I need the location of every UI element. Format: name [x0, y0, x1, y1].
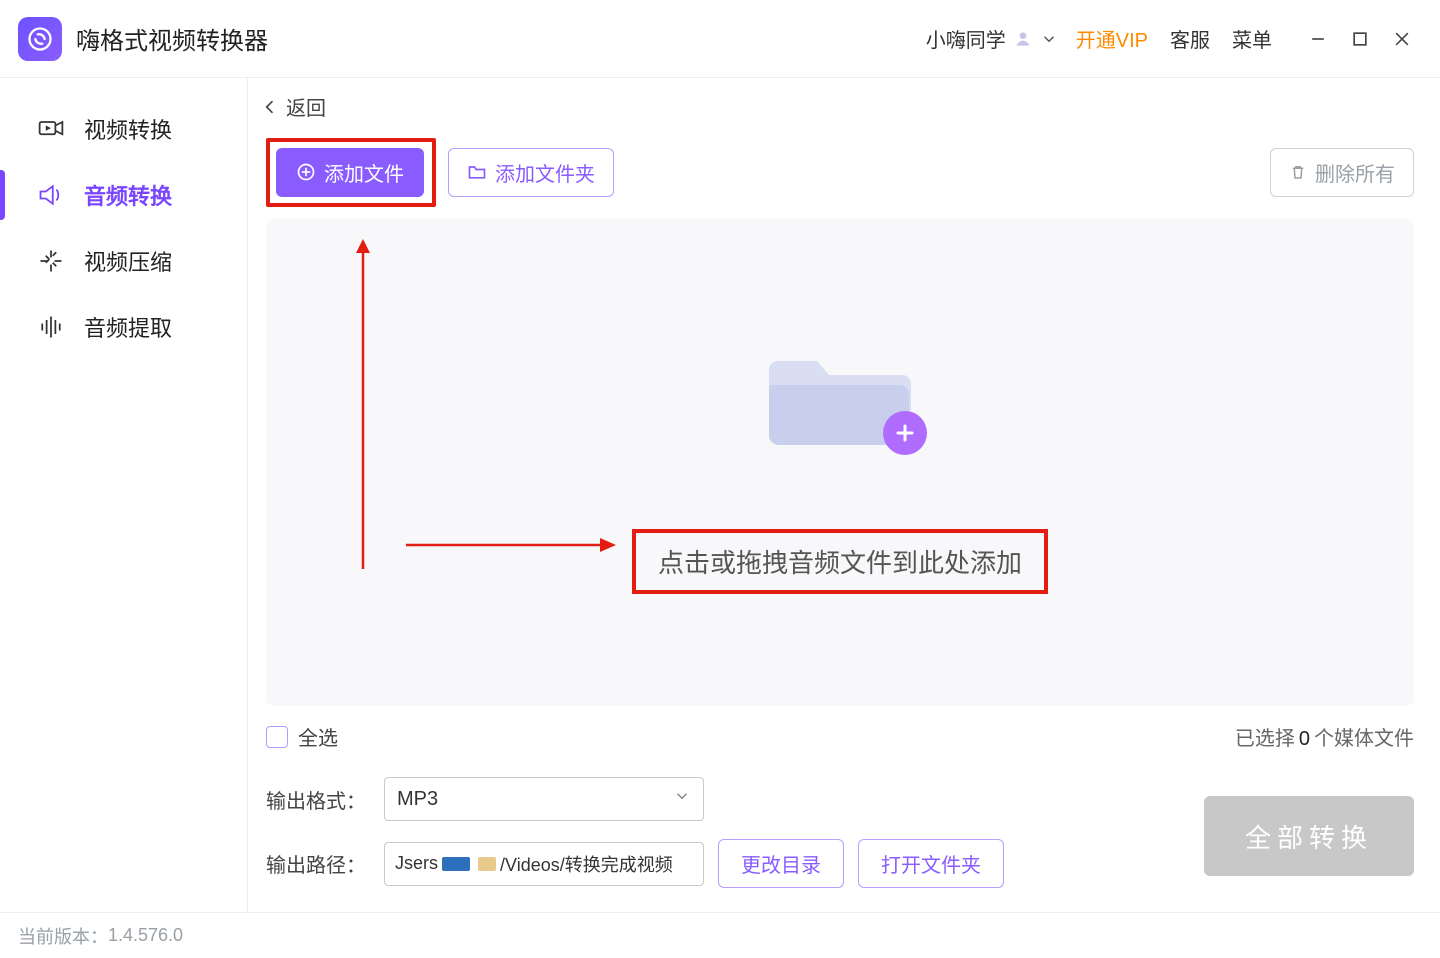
redacted-segment-icon	[478, 857, 496, 871]
add-file-label: 添加文件	[324, 158, 404, 187]
output-format-label: 输出格式：	[266, 785, 366, 814]
selected-count-label: 已选择0个媒体文件	[1235, 722, 1414, 751]
sidebar-item-video-convert[interactable]: 视频转换	[0, 96, 247, 162]
open-folder-button[interactable]: 打开文件夹	[858, 839, 1004, 888]
trash-icon	[1289, 163, 1307, 181]
support-link[interactable]: 客服	[1170, 24, 1210, 53]
back-button[interactable]: 返回	[260, 92, 326, 121]
folder-icon	[467, 162, 487, 182]
annotation-arrow-up-icon	[348, 239, 378, 579]
sidebar-item-label: 视频压缩	[84, 245, 172, 277]
output-path-field[interactable]: Jsers /Videos/转换完成视频	[384, 842, 704, 886]
sidebar-item-label: 视频转换	[84, 113, 172, 145]
toolbar: 添加文件 添加文件夹 删除所有	[248, 132, 1440, 219]
user-menu[interactable]: 小嗨同学	[926, 24, 1034, 53]
convert-all-button[interactable]: 全部转换	[1204, 796, 1414, 876]
close-icon	[1392, 29, 1412, 49]
clear-all-button[interactable]: 删除所有	[1270, 148, 1414, 197]
add-file-button[interactable]: 添加文件	[276, 148, 424, 197]
sidebar-item-label: 音频转换	[84, 179, 172, 211]
video-convert-icon	[36, 114, 66, 144]
username-label: 小嗨同学	[926, 24, 1006, 53]
add-folder-button[interactable]: 添加文件夹	[448, 148, 614, 197]
titlebar: 嗨格式视频转换器 小嗨同学 开通VIP 客服 菜单	[0, 0, 1440, 78]
annotation-highlight-add-file: 添加文件	[266, 138, 436, 207]
drop-hint-label: 点击或拖拽音频文件到此处添加	[658, 543, 1022, 580]
back-label: 返回	[286, 92, 326, 121]
dropzone[interactable]: 点击或拖拽音频文件到此处添加	[266, 219, 1414, 707]
chevron-down-icon	[673, 787, 691, 811]
select-all-label: 全选	[298, 722, 338, 751]
app-logo-icon	[26, 25, 54, 53]
audio-convert-icon	[36, 180, 66, 210]
window-minimize-button[interactable]	[1300, 21, 1336, 57]
vip-link[interactable]: 开通VIP	[1076, 24, 1148, 53]
sidebar-item-audio-convert[interactable]: 音频转换	[0, 162, 247, 228]
output-format-select[interactable]: MP3	[384, 777, 704, 821]
output-settings: 输出格式： MP3 输出路径： Jsers /Videos/转换完成视频	[248, 763, 1440, 912]
app-title: 嗨格式视频转换器	[76, 21, 268, 56]
plus-badge-icon	[883, 411, 927, 455]
clear-all-label: 删除所有	[1315, 158, 1395, 187]
sidebar: 视频转换 音频转换 视频压缩 音频提取	[0, 78, 248, 912]
window-close-button[interactable]	[1384, 21, 1420, 57]
maximize-icon	[1350, 29, 1370, 49]
app-logo	[18, 17, 62, 61]
empty-folder-illustration	[765, 339, 915, 449]
user-avatar-icon	[1012, 28, 1034, 50]
change-dir-button[interactable]: 更改目录	[718, 839, 844, 888]
user-caret-down-icon[interactable]	[1040, 30, 1058, 48]
plus-circle-icon	[296, 162, 316, 182]
select-all-checkbox[interactable]	[266, 726, 288, 748]
select-all-row: 全选 已选择0个媒体文件	[248, 706, 1440, 763]
output-format-value: MP3	[397, 788, 438, 811]
window-maximize-button[interactable]	[1342, 21, 1378, 57]
version-label: 当前版本：	[18, 923, 108, 949]
video-compress-icon	[36, 246, 66, 276]
annotation-highlight-drop-hint: 点击或拖拽音频文件到此处添加	[632, 529, 1048, 594]
redacted-segment-icon	[442, 857, 470, 871]
annotation-arrow-right-icon	[406, 533, 616, 557]
main-panel: 返回 添加文件 添加文件夹 删除所有	[248, 78, 1440, 912]
menu-link[interactable]: 菜单	[1232, 24, 1272, 53]
sidebar-item-label: 音频提取	[84, 311, 172, 343]
footer: 当前版本： 1.4.576.0	[0, 912, 1440, 958]
add-folder-label: 添加文件夹	[495, 158, 595, 187]
audio-extract-icon	[36, 312, 66, 342]
version-value: 1.4.576.0	[108, 925, 183, 946]
sidebar-item-audio-extract[interactable]: 音频提取	[0, 294, 247, 360]
minimize-icon	[1308, 29, 1328, 49]
sidebar-item-video-compress[interactable]: 视频压缩	[0, 228, 247, 294]
chevron-left-icon	[260, 97, 280, 117]
output-path-label: 输出路径：	[266, 849, 366, 878]
